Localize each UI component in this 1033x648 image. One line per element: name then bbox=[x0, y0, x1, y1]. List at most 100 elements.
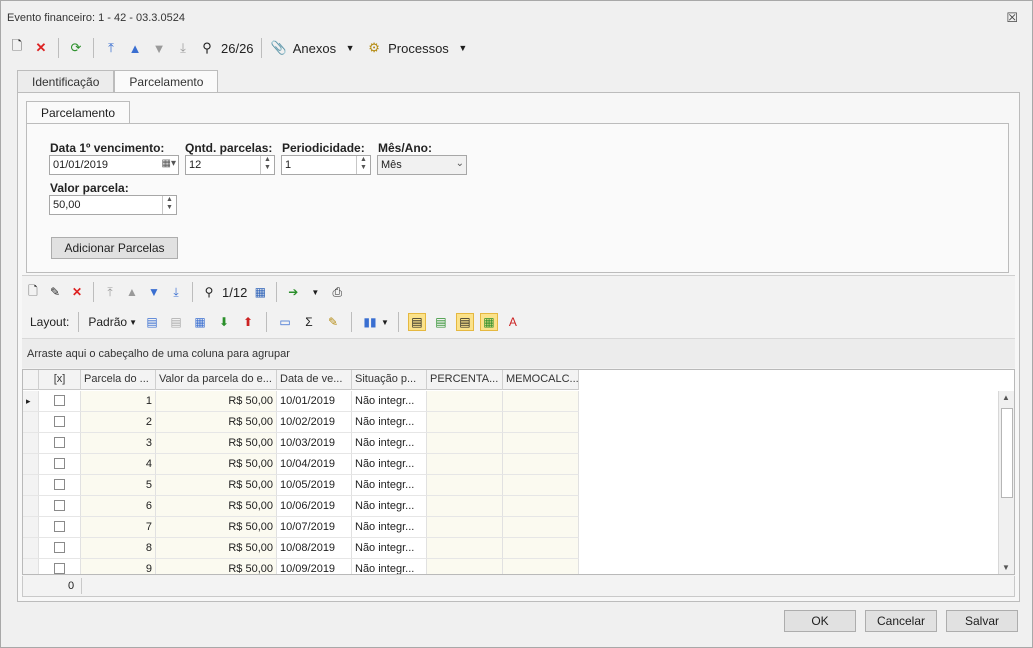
table-row[interactable]: 4 R$ 50,00 10/04/2019 Não integr... bbox=[23, 454, 579, 475]
font-icon[interactable]: A bbox=[504, 313, 522, 331]
scroll-up-icon[interactable]: ▲ bbox=[1002, 393, 1010, 402]
scroll-thumb[interactable] bbox=[1001, 408, 1013, 498]
row-checkbox[interactable] bbox=[54, 479, 65, 490]
chevron-down-icon[interactable]: ▼ bbox=[381, 318, 389, 327]
row-indicator[interactable] bbox=[23, 433, 39, 454]
data-cell[interactable]: 10/05/2019 bbox=[277, 475, 352, 496]
situacao-cell[interactable]: Não integr... bbox=[352, 475, 427, 496]
spinner-icon[interactable]: ▲ ▼ bbox=[162, 196, 176, 214]
group-panel-toggle-icon[interactable]: ▤ bbox=[407, 313, 426, 331]
delete-icon[interactable]: ✕ bbox=[68, 283, 86, 301]
parcela-cell[interactable]: 7 bbox=[81, 517, 156, 538]
previous-record-icon[interactable]: ▲ bbox=[125, 37, 145, 59]
chevron-down-icon[interactable]: ▼ bbox=[453, 37, 473, 59]
spinner-icon[interactable]: ▲ ▼ bbox=[356, 156, 370, 174]
row-checkbox[interactable] bbox=[54, 563, 65, 574]
percentual-cell[interactable] bbox=[427, 454, 503, 475]
select-checkbox-cell[interactable] bbox=[39, 454, 81, 475]
row-checkbox[interactable] bbox=[54, 500, 65, 511]
memocalc-cell[interactable] bbox=[503, 559, 579, 574]
close-icon[interactable]: ☒ bbox=[1006, 10, 1018, 26]
situacao-cell[interactable]: Não integr... bbox=[352, 538, 427, 559]
select-checkbox-cell[interactable] bbox=[39, 559, 81, 574]
save-layout-icon[interactable]: ▤ bbox=[143, 313, 161, 331]
data-cell[interactable]: 10/01/2019 bbox=[277, 391, 352, 412]
parcela-cell[interactable]: 8 bbox=[81, 538, 156, 559]
qtd-parcelas-field[interactable]: 12 ▲ ▼ bbox=[185, 155, 275, 175]
valor-cell[interactable]: R$ 50,00 bbox=[156, 559, 277, 574]
memocalc-cell[interactable] bbox=[503, 538, 579, 559]
data-cell[interactable]: 10/06/2019 bbox=[277, 496, 352, 517]
upload-layout-icon[interactable]: ⬆ bbox=[239, 313, 257, 331]
table-row[interactable]: 6 R$ 50,00 10/06/2019 Não integr... bbox=[23, 496, 579, 517]
next-record-icon[interactable]: ▼ bbox=[149, 37, 169, 59]
percentual-cell[interactable] bbox=[427, 412, 503, 433]
parcela-cell[interactable]: 3 bbox=[81, 433, 156, 454]
row-indicator[interactable] bbox=[23, 454, 39, 475]
valor-cell[interactable]: R$ 50,00 bbox=[156, 496, 277, 517]
ok-button[interactable]: OK bbox=[784, 610, 856, 632]
cancel-button[interactable]: Cancelar bbox=[865, 610, 937, 632]
parcela-cell[interactable]: 6 bbox=[81, 496, 156, 517]
adicionar-parcelas-button[interactable]: Adicionar Parcelas bbox=[51, 237, 178, 259]
data-vencimento-field[interactable]: 01/01/2019 ▦▾ bbox=[49, 155, 179, 175]
anexos-menu[interactable]: Anexos bbox=[293, 41, 336, 56]
find-binoculars-icon[interactable]: ⚲ bbox=[197, 37, 217, 59]
data-cell[interactable]: 10/07/2019 bbox=[277, 517, 352, 538]
valor-cell[interactable]: R$ 50,00 bbox=[156, 517, 277, 538]
first-record-icon[interactable]: ⤒ bbox=[101, 283, 119, 301]
memocalc-cell[interactable] bbox=[503, 391, 579, 412]
row-indicator[interactable] bbox=[23, 517, 39, 538]
row-indicator[interactable] bbox=[23, 496, 39, 517]
column-header-memocalc[interactable]: MEMOCALC... bbox=[503, 370, 579, 390]
chart-icon[interactable]: ▮▮ bbox=[361, 313, 379, 331]
row-indicator[interactable] bbox=[23, 559, 39, 574]
data-cell[interactable]: 10/04/2019 bbox=[277, 454, 352, 475]
memocalc-cell[interactable] bbox=[503, 496, 579, 517]
parcela-cell[interactable]: 1 bbox=[81, 391, 156, 412]
data-cell[interactable]: 10/03/2019 bbox=[277, 433, 352, 454]
mes-ano-select[interactable]: Mês ⌄ bbox=[377, 155, 467, 175]
situacao-cell[interactable]: Não integr... bbox=[352, 433, 427, 454]
data-cell[interactable]: 10/08/2019 bbox=[277, 538, 352, 559]
select-checkbox-cell[interactable] bbox=[39, 496, 81, 517]
delete-icon[interactable]: ✕ bbox=[31, 37, 51, 59]
new-document-icon[interactable]: 🗋 bbox=[24, 283, 42, 301]
column-header-data[interactable]: Data de ve... bbox=[277, 370, 352, 390]
select-checkbox-cell[interactable] bbox=[39, 538, 81, 559]
edit-icon[interactable]: ✎ bbox=[46, 283, 64, 301]
last-record-icon[interactable]: ⤓ bbox=[167, 283, 185, 301]
paperclip-icon[interactable]: 📎 bbox=[269, 37, 289, 59]
valor-cell[interactable]: R$ 50,00 bbox=[156, 412, 277, 433]
percentual-cell[interactable] bbox=[427, 559, 503, 574]
valor-cell[interactable]: R$ 50,00 bbox=[156, 475, 277, 496]
refresh-icon[interactable]: ⟳ bbox=[66, 37, 86, 59]
select-checkbox-cell[interactable] bbox=[39, 412, 81, 433]
gears-icon[interactable]: ⚙ bbox=[364, 37, 384, 59]
data-cell[interactable]: 10/09/2019 bbox=[277, 559, 352, 574]
valor-cell[interactable]: R$ 50,00 bbox=[156, 454, 277, 475]
first-record-icon[interactable]: ⤒ bbox=[101, 37, 121, 59]
group-by-area[interactable]: Arraste aqui o cabeçalho de uma coluna p… bbox=[22, 338, 1015, 368]
sum-icon[interactable]: Σ bbox=[300, 313, 318, 331]
memocalc-cell[interactable] bbox=[503, 433, 579, 454]
row-checkbox[interactable] bbox=[54, 416, 65, 427]
import-layout-icon[interactable]: ⬇ bbox=[215, 313, 233, 331]
column-header-parcela[interactable]: Parcela do ... bbox=[81, 370, 156, 390]
scroll-down-icon[interactable]: ▼ bbox=[1002, 563, 1010, 572]
grid-layout-icon[interactable]: ▦ bbox=[191, 313, 209, 331]
parcela-cell[interactable]: 5 bbox=[81, 475, 156, 496]
row-indicator[interactable] bbox=[23, 475, 39, 496]
percentual-cell[interactable] bbox=[427, 496, 503, 517]
footer-toggle-icon[interactable]: ▤ bbox=[432, 313, 450, 331]
table-row[interactable]: 5 R$ 50,00 10/05/2019 Não integr... bbox=[23, 475, 579, 496]
inner-tab-parcelamento[interactable]: Parcelamento bbox=[26, 101, 131, 124]
percentual-cell[interactable] bbox=[427, 517, 503, 538]
new-document-icon[interactable]: 🗋 bbox=[7, 37, 27, 59]
row-indicator[interactable]: ▸ bbox=[23, 391, 39, 412]
table-row[interactable]: 2 R$ 50,00 10/02/2019 Não integr... bbox=[23, 412, 579, 433]
processos-menu[interactable]: Processos bbox=[388, 41, 449, 56]
chevron-down-icon[interactable]: ▼ bbox=[129, 318, 137, 327]
memocalc-cell[interactable] bbox=[503, 517, 579, 538]
situacao-cell[interactable]: Não integr... bbox=[352, 517, 427, 538]
